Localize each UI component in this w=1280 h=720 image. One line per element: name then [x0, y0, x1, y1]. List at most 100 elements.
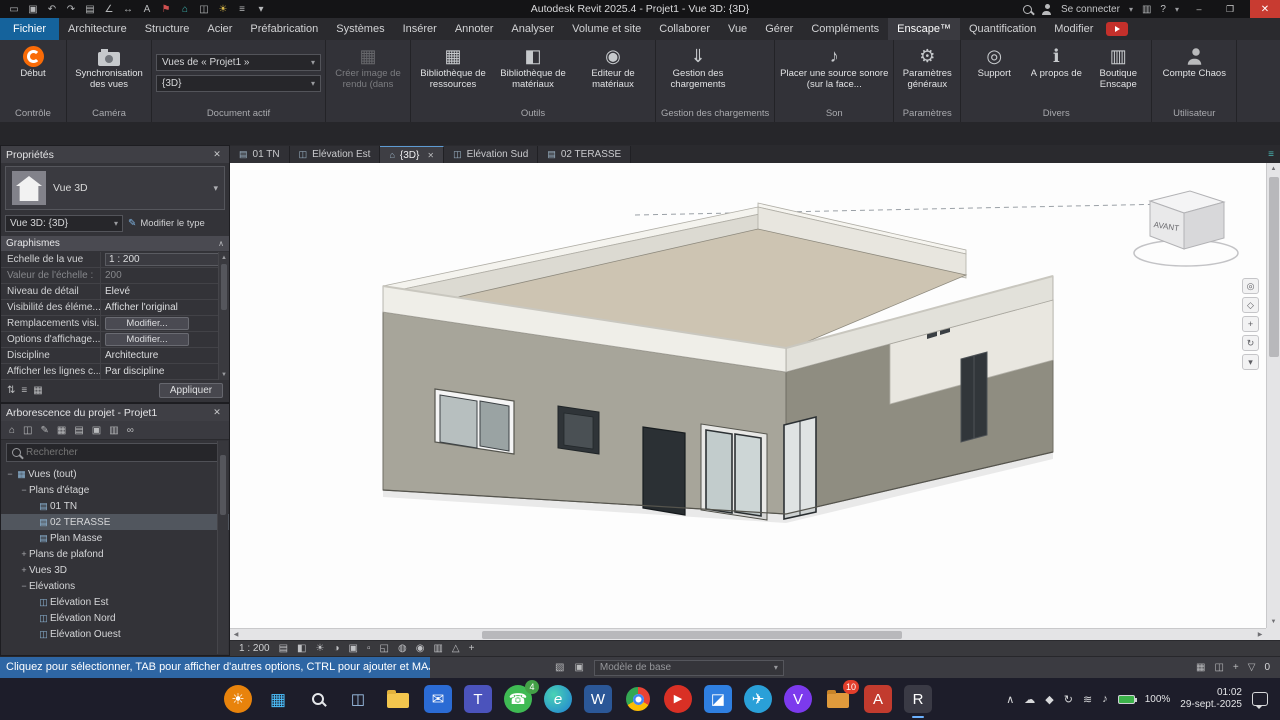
temporary-view-properties-icon[interactable]: ▥	[433, 643, 442, 654]
render-icon[interactable]: ▣	[349, 643, 358, 654]
edit-type-button[interactable]: ✎ Modifier le type	[128, 218, 205, 229]
horizontal-scrollbar[interactable]: ◀ ▶	[230, 628, 1266, 640]
qat-customize-icon[interactable]: ▾	[255, 4, 267, 15]
select-link-icon[interactable]: ▦	[1196, 662, 1205, 673]
tab-acier[interactable]: Acier	[198, 18, 241, 40]
visual-style-icon[interactable]: ◧	[297, 643, 306, 654]
maximize-button[interactable]: ❐	[1219, 0, 1241, 18]
open-icon[interactable]: ▭	[8, 4, 20, 15]
viewcube[interactable]: AVANT	[1128, 185, 1248, 275]
type-selector[interactable]: Vue 3D ▾	[5, 166, 225, 210]
sync-views-button[interactable]: Synchronisation des vues	[70, 42, 148, 104]
save-icon[interactable]: ▣	[27, 4, 39, 15]
sun-settings-icon[interactable]: ☀	[217, 4, 229, 15]
media-player-icon[interactable]: ▶	[664, 685, 692, 713]
properties-scrollbar[interactable]: ▲ ▼	[218, 252, 229, 380]
scroll-down-icon[interactable]: ▼	[1271, 616, 1277, 628]
security-icon[interactable]: ◆	[1045, 693, 1053, 706]
view-tab-02-terasse[interactable]: ▤ 02 TERASSE	[538, 146, 632, 163]
properties-close-icon[interactable]: ✕	[210, 149, 224, 160]
sign-in-caret-icon[interactable]: ▾	[1129, 5, 1133, 14]
tree-item-vues-3d[interactable]: + Vues 3D	[1, 562, 229, 578]
photos-icon[interactable]: ◪	[704, 685, 732, 713]
text-note-icon[interactable]: A	[141, 4, 153, 15]
general-settings-button[interactable]: ⚙ Paramètres généraux	[897, 42, 957, 104]
browser-views-icon[interactable]: ◫	[23, 425, 32, 436]
browser-groups-icon[interactable]: ▥	[109, 425, 118, 436]
browser-sheets-icon[interactable]: ▦	[57, 425, 66, 436]
tree-item-plans-de-plafond[interactable]: + Plans de plafond	[1, 546, 229, 562]
detail-level-select[interactable]: Elevé	[101, 284, 229, 299]
onedrive-icon[interactable]: ☁	[1024, 693, 1035, 706]
active-view-combo[interactable]: {3D} ▾	[156, 75, 321, 92]
visual-studio-icon[interactable]: V	[784, 685, 812, 713]
app-store-cart-icon[interactable]: ▥	[1142, 4, 1151, 15]
drag-on-selection-icon[interactable]: +	[1233, 662, 1239, 673]
tree-item-01-tn[interactable]: ▤ 01 TN	[1, 498, 229, 514]
browser-schedules-icon[interactable]: ▤	[74, 425, 83, 436]
file-explorer-icon[interactable]	[384, 685, 412, 713]
discipline-select[interactable]: Architecture	[101, 348, 229, 363]
drawing-canvas[interactable]: AVANT ◎ ◇ + ↻ ▾	[230, 163, 1266, 628]
visibility-overrides-button[interactable]: Modifier...	[105, 317, 189, 330]
scrollbar-thumb[interactable]	[221, 264, 227, 310]
view-tabs-menu-icon[interactable]: ≡	[1268, 149, 1274, 160]
tab-vue[interactable]: Vue	[719, 18, 756, 40]
view-scale-button[interactable]: 1 : 200	[239, 643, 270, 654]
show-crop-icon[interactable]: ◱	[380, 643, 389, 654]
scroll-up-icon[interactable]: ▲	[1271, 163, 1277, 175]
updates-icon[interactable]: ↻	[1064, 693, 1073, 706]
browser-edit-icon[interactable]: ✎	[41, 425, 49, 436]
downloads-folder-icon[interactable]: 10	[824, 680, 859, 713]
close-button[interactable]: ✕	[1250, 0, 1280, 18]
print-icon[interactable]: ▤	[84, 4, 96, 15]
sign-in-button[interactable]: Se connecter	[1061, 4, 1120, 15]
tab-collaborer[interactable]: Collaborer	[650, 18, 719, 40]
tree-item-elevation-est[interactable]: ◫ Elévation Est	[1, 594, 229, 610]
project-views-combo[interactable]: Vues de « Projet1 » ▾	[156, 54, 321, 71]
minimize-button[interactable]: –	[1188, 0, 1210, 18]
design-options-icon[interactable]: ▣	[574, 662, 583, 673]
tab-inserer[interactable]: Insérer	[394, 18, 446, 40]
edge-icon[interactable]: e	[544, 685, 572, 713]
scroll-right-icon[interactable]: ▶	[1254, 631, 1266, 638]
tab-enscape[interactable]: Enscape™	[888, 18, 960, 40]
browser-close-icon[interactable]: ✕	[210, 407, 224, 418]
aligned-dimension-icon[interactable]: ↔	[122, 4, 134, 15]
temporary-hide-isolate-icon[interactable]: ◍	[398, 643, 407, 654]
tab-architecture[interactable]: Architecture	[59, 18, 136, 40]
help-caret-icon[interactable]: ▾	[1175, 5, 1179, 14]
undo-icon[interactable]: ↶	[46, 4, 58, 15]
browser-families-icon[interactable]: ▣	[92, 425, 101, 436]
hidden-lines-select[interactable]: Par discipline	[101, 364, 229, 379]
view-tab-elevation-sud[interactable]: ◫ Elévation Sud	[444, 146, 539, 163]
sun-path-icon[interactable]: ☀	[316, 643, 325, 654]
search-icon[interactable]	[1023, 4, 1033, 14]
video-tutorials-icon[interactable]	[1106, 22, 1129, 36]
tab-modifier[interactable]: Modifier	[1045, 18, 1102, 40]
chrome-icon[interactable]	[624, 685, 652, 713]
tab-structure[interactable]: Structure	[136, 18, 199, 40]
word-icon[interactable]: W	[584, 685, 612, 713]
start-button-icon[interactable]: ▦	[264, 685, 292, 713]
scroll-up-icon[interactable]: ▲	[219, 252, 229, 263]
browser-scrollbar[interactable]	[217, 441, 228, 654]
tree-item-elevations[interactable]: − Elévations	[1, 578, 229, 594]
selection-filter-icon[interactable]: ▽	[1248, 662, 1256, 673]
vertical-scrollbar[interactable]: ▲ ▼	[1266, 163, 1280, 628]
tree-item-02-terasse[interactable]: ▤ 02 TERASSE	[1, 514, 229, 530]
chaos-account-button[interactable]: Compte Chaos	[1155, 42, 1233, 104]
tab-complements[interactable]: Compléments	[802, 18, 888, 40]
asset-library-button[interactable]: ▦ Bibliothèque de ressources	[414, 42, 492, 104]
view-instance-combo[interactable]: Vue 3D: {3D} ▾	[5, 214, 123, 232]
browser-links-icon[interactable]: ∞	[127, 425, 134, 436]
autocad-icon[interactable]: A	[864, 685, 892, 713]
material-library-button[interactable]: ◧ Bibliothèque de matériaux	[494, 42, 572, 104]
navbar-more-icon[interactable]: ▾	[1242, 354, 1259, 370]
view-tab-3d[interactable]: ⌂ {3D} ✕	[380, 146, 445, 163]
tree-item-elevation-nord[interactable]: ◫ Elévation Nord	[1, 610, 229, 626]
tab-prefabrication[interactable]: Préfabrication	[241, 18, 327, 40]
whatsapp-icon[interactable]: ☎ 4	[504, 680, 539, 713]
telegram-icon[interactable]: ✈	[744, 685, 772, 713]
scale-value-input[interactable]: 1 : 200	[105, 253, 225, 266]
